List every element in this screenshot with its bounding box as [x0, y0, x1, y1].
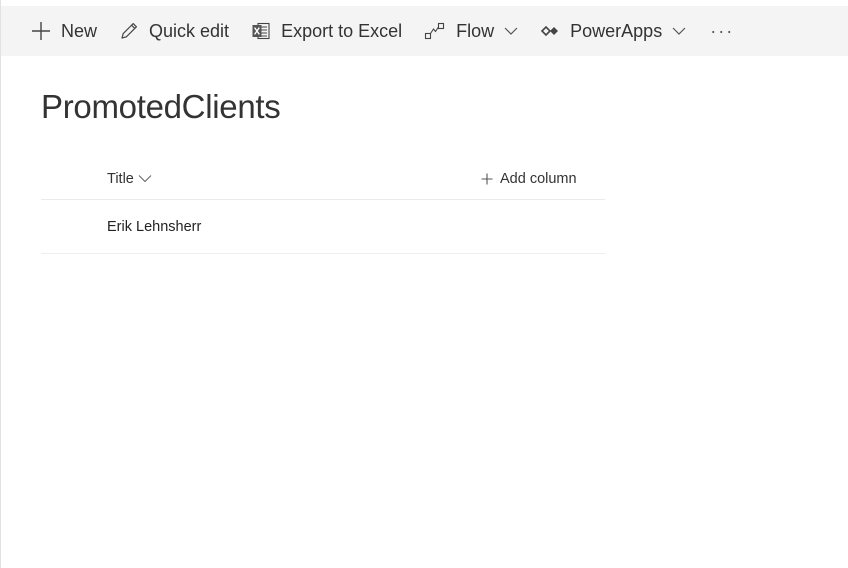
row-title-cell[interactable]: Erik Lehnsherr: [107, 219, 201, 235]
excel-icon: [251, 21, 271, 41]
chevron-down-icon: [672, 26, 686, 36]
list-view: Title Add column Erik Lehnsherr: [41, 158, 605, 254]
more-options-icon: ···: [710, 20, 735, 41]
more-options-button[interactable]: ···: [710, 6, 734, 56]
export-label: Export to Excel: [281, 20, 403, 41]
chevron-down-icon: [138, 174, 152, 183]
new-button-label: New: [61, 20, 98, 41]
table-row[interactable]: Erik Lehnsherr: [41, 200, 605, 254]
chevron-down-icon: [504, 26, 518, 36]
quick-edit-label: Quick edit: [149, 20, 230, 41]
powerapps-icon: [540, 21, 560, 41]
powerapps-label: PowerApps: [570, 20, 663, 41]
column-header-title-label: Title: [107, 170, 134, 187]
page-title: PromotedClients: [41, 88, 281, 125]
app-frame: New Quick edit Export to Excel Flow Powe…: [0, 0, 848, 568]
add-column-button[interactable]: Add column: [481, 171, 577, 187]
export-to-excel-button[interactable]: Export to Excel: [251, 6, 402, 56]
flow-menu-button[interactable]: Flow: [424, 6, 518, 56]
flow-label: Flow: [456, 20, 495, 41]
new-button[interactable]: New: [31, 6, 97, 56]
pencil-icon: [119, 21, 139, 41]
quick-edit-button[interactable]: Quick edit: [119, 6, 229, 56]
column-header-title[interactable]: Title: [107, 171, 152, 187]
list-header: Title Add column: [41, 158, 605, 200]
plus-icon: [31, 21, 51, 41]
command-bar: New Quick edit Export to Excel Flow Powe…: [1, 6, 848, 56]
add-column-label: Add column: [500, 170, 577, 187]
plus-icon: [481, 173, 493, 185]
powerapps-menu-button[interactable]: PowerApps: [540, 6, 686, 56]
flow-icon: [424, 21, 446, 41]
